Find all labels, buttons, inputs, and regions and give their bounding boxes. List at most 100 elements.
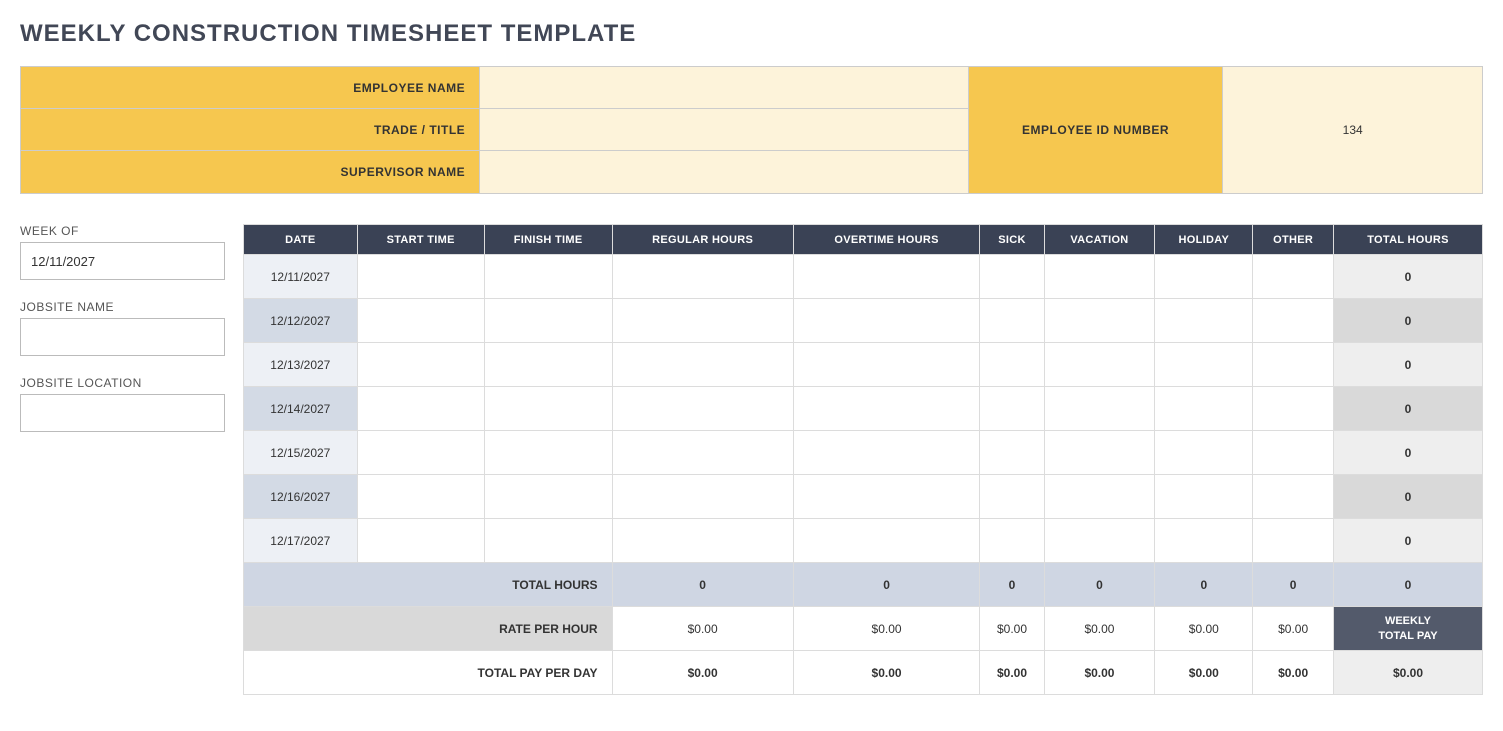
total-other: 0: [1253, 563, 1334, 607]
cell-sick[interactable]: [980, 299, 1044, 343]
cell-vacation[interactable]: [1044, 431, 1155, 475]
table-row: 12/17/20270: [244, 519, 1483, 563]
cell-finish[interactable]: [484, 387, 612, 431]
cell-regular[interactable]: [612, 519, 793, 563]
cell-overtime[interactable]: [793, 387, 980, 431]
cell-other[interactable]: [1253, 343, 1334, 387]
employee-name-label: EMPLOYEE NAME: [21, 67, 480, 108]
header-block: EMPLOYEE NAME TRADE / TITLE SUPERVISOR N…: [20, 66, 1483, 194]
cell-finish[interactable]: [484, 255, 612, 299]
rate-vacation[interactable]: $0.00: [1044, 607, 1155, 651]
cell-start[interactable]: [357, 475, 484, 519]
cell-other[interactable]: [1253, 431, 1334, 475]
rate-holiday[interactable]: $0.00: [1155, 607, 1253, 651]
employee-id-value[interactable]: 134: [1223, 67, 1482, 193]
total-vacation: 0: [1044, 563, 1155, 607]
employee-name-input[interactable]: [480, 67, 968, 108]
cell-vacation[interactable]: [1044, 475, 1155, 519]
employee-id-label: EMPLOYEE ID NUMBER: [968, 67, 1224, 193]
cell-holiday[interactable]: [1155, 299, 1253, 343]
total-pay-row: TOTAL PAY PER DAY $0.00 $0.00 $0.00 $0.0…: [244, 651, 1483, 695]
cell-sick[interactable]: [980, 343, 1044, 387]
jobsite-location-input[interactable]: [20, 394, 225, 432]
cell-overtime[interactable]: [793, 431, 980, 475]
cell-start[interactable]: [357, 431, 484, 475]
trade-title-input[interactable]: [480, 109, 968, 150]
cell-regular[interactable]: [612, 343, 793, 387]
cell-holiday[interactable]: [1155, 475, 1253, 519]
cell-other[interactable]: [1253, 519, 1334, 563]
cell-other[interactable]: [1253, 255, 1334, 299]
cell-finish[interactable]: [484, 475, 612, 519]
cell-start[interactable]: [357, 343, 484, 387]
cell-sick[interactable]: [980, 255, 1044, 299]
cell-overtime[interactable]: [793, 519, 980, 563]
cell-holiday[interactable]: [1155, 255, 1253, 299]
cell-other[interactable]: [1253, 299, 1334, 343]
cell-start[interactable]: [357, 299, 484, 343]
rate-regular[interactable]: $0.00: [612, 607, 793, 651]
cell-regular[interactable]: [612, 299, 793, 343]
table-row: 12/16/20270: [244, 475, 1483, 519]
week-of-input[interactable]: 12/11/2027: [20, 242, 225, 280]
cell-holiday[interactable]: [1155, 431, 1253, 475]
cell-overtime[interactable]: [793, 343, 980, 387]
cell-regular[interactable]: [612, 431, 793, 475]
cell-total: 0: [1333, 255, 1482, 299]
cell-other[interactable]: [1253, 387, 1334, 431]
page-title: WEEKLY CONSTRUCTION TIMESHEET TEMPLATE: [20, 20, 1483, 48]
cell-regular[interactable]: [612, 387, 793, 431]
cell-other[interactable]: [1253, 475, 1334, 519]
cell-start[interactable]: [357, 387, 484, 431]
cell-holiday[interactable]: [1155, 387, 1253, 431]
cell-regular[interactable]: [612, 475, 793, 519]
cell-total: 0: [1333, 343, 1482, 387]
rate-sick[interactable]: $0.00: [980, 607, 1044, 651]
cell-holiday[interactable]: [1155, 343, 1253, 387]
cell-start[interactable]: [357, 519, 484, 563]
col-overtime-hours: OVERTIME HOURS: [793, 225, 980, 255]
rate-overtime[interactable]: $0.00: [793, 607, 980, 651]
cell-date: 12/13/2027: [244, 343, 358, 387]
cell-vacation[interactable]: [1044, 299, 1155, 343]
table-row: 12/14/20270: [244, 387, 1483, 431]
totalpay-other: $0.00: [1253, 651, 1334, 695]
cell-sick[interactable]: [980, 475, 1044, 519]
cell-finish[interactable]: [484, 299, 612, 343]
cell-vacation[interactable]: [1044, 255, 1155, 299]
supervisor-name-input[interactable]: [480, 151, 968, 193]
cell-date: 12/14/2027: [244, 387, 358, 431]
cell-overtime[interactable]: [793, 255, 980, 299]
cell-vacation[interactable]: [1044, 343, 1155, 387]
cell-finish[interactable]: [484, 519, 612, 563]
cell-date: 12/12/2027: [244, 299, 358, 343]
jobsite-name-input[interactable]: [20, 318, 225, 356]
table-row: 12/12/20270: [244, 299, 1483, 343]
cell-sick[interactable]: [980, 431, 1044, 475]
cell-finish[interactable]: [484, 343, 612, 387]
cell-finish[interactable]: [484, 431, 612, 475]
cell-regular[interactable]: [612, 255, 793, 299]
total-holiday: 0: [1155, 563, 1253, 607]
cell-sick[interactable]: [980, 519, 1044, 563]
cell-start[interactable]: [357, 255, 484, 299]
rate-per-hour-row: RATE PER HOUR $0.00 $0.00 $0.00 $0.00 $0…: [244, 607, 1483, 651]
timesheet-table: DATE START TIME FINISH TIME REGULAR HOUR…: [243, 224, 1483, 695]
cell-sick[interactable]: [980, 387, 1044, 431]
rate-other[interactable]: $0.00: [1253, 607, 1334, 651]
cell-overtime[interactable]: [793, 475, 980, 519]
cell-date: 12/16/2027: [244, 475, 358, 519]
cell-total: 0: [1333, 431, 1482, 475]
sidebar: WEEK OF 12/11/2027 JOBSITE NAME JOBSITE …: [20, 224, 225, 695]
cell-vacation[interactable]: [1044, 519, 1155, 563]
totalpay-vacation: $0.00: [1044, 651, 1155, 695]
weekly-total-pay-label: WEEKLYTOTAL PAY: [1333, 607, 1482, 651]
total-hours-label: TOTAL HOURS: [244, 563, 613, 607]
cell-vacation[interactable]: [1044, 387, 1155, 431]
table-row: 12/11/2027 0: [244, 255, 1483, 299]
totalpay-overtime: $0.00: [793, 651, 980, 695]
cell-holiday[interactable]: [1155, 519, 1253, 563]
col-start-time: START TIME: [357, 225, 484, 255]
cell-overtime[interactable]: [793, 299, 980, 343]
cell-date: 12/11/2027: [244, 255, 358, 299]
